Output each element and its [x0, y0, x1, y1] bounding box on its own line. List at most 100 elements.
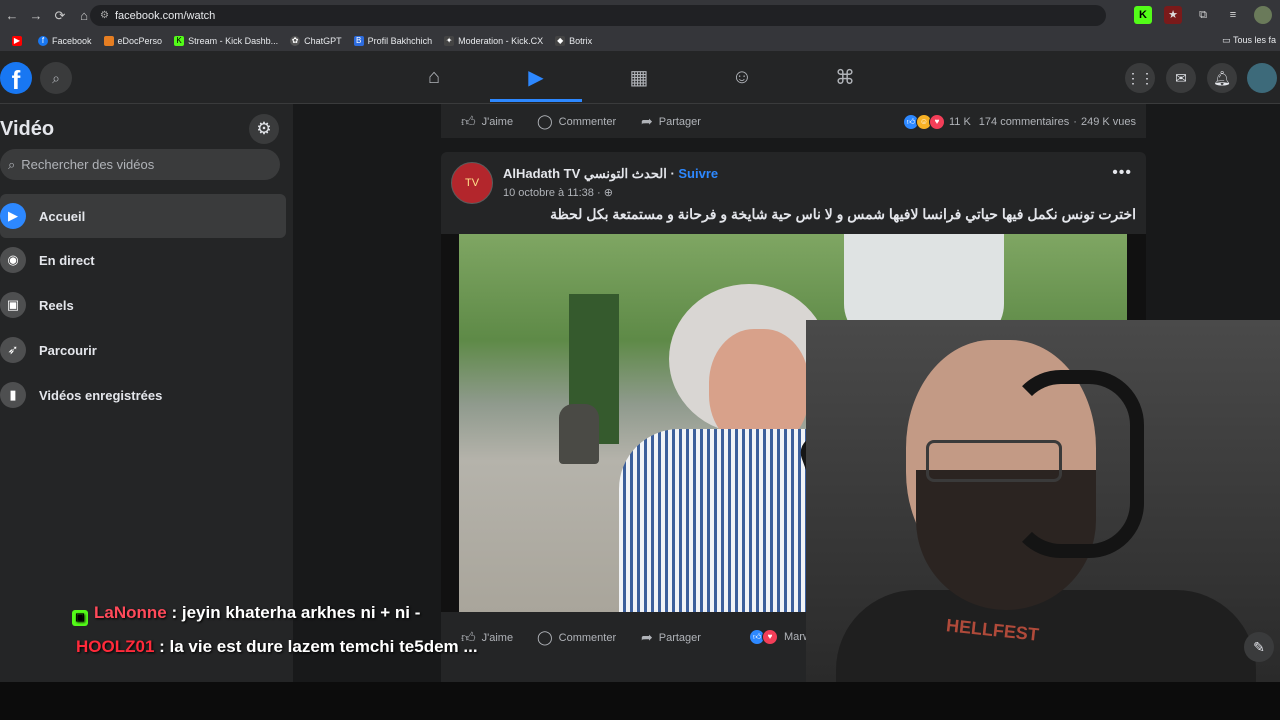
- forward-icon[interactable]: →: [24, 8, 48, 23]
- red-extension-icon[interactable]: ★: [1164, 6, 1182, 24]
- bookmark-label: eDocPerso: [117, 36, 163, 46]
- search-icon[interactable]: ⌕: [40, 62, 72, 94]
- sidebar-item-parcourir[interactable]: ➶ Parcourir: [0, 328, 286, 372]
- site-info-icon[interactable]: ⚙: [100, 10, 109, 21]
- chat-username: LaNonne: [94, 603, 167, 622]
- more-options-icon[interactable]: •••: [1112, 164, 1132, 182]
- sidebar-item-label: Reels: [39, 297, 74, 313]
- search-icon: ⌕: [8, 156, 16, 172]
- store-icon: ▦: [629, 66, 649, 89]
- tab-marketplace[interactable]: ▦: [593, 57, 685, 97]
- tab-gaming[interactable]: ⌘: [799, 57, 891, 97]
- share-icon: ➦: [641, 113, 653, 129]
- post-date: 10 octobre à 11:38: [503, 187, 594, 199]
- share-label: Partager: [658, 115, 701, 128]
- love-reaction-icon: ♥: [928, 114, 945, 130]
- sidebar-item-videos-enregistrees[interactable]: ▮ Vidéos enregistrées: [0, 373, 286, 417]
- comment-icon: ◯: [537, 113, 553, 129]
- bookmark-facebook[interactable]: f Facebook: [38, 36, 92, 46]
- sidebar-item-en-direct[interactable]: ◉ En direct: [0, 238, 286, 282]
- bookmark-all-folder[interactable]: ▭ Tous les fa: [1222, 35, 1276, 46]
- thumbs-up-icon: 👍︎: [461, 113, 476, 129]
- bookmark-icon: ▮: [0, 382, 26, 408]
- video-search-box[interactable]: ⌕: [0, 149, 280, 180]
- menu-lines-icon[interactable]: ≡: [1224, 6, 1242, 24]
- reaction-count[interactable]: 11 K: [949, 116, 971, 128]
- bookmark-moderation[interactable]: ✦ Moderation - Kick.CX: [444, 36, 543, 46]
- youtube-icon: ▶: [12, 36, 22, 46]
- facebook-top-nav: f ⌕ ⌂ ▶ ▦ ☺ ⌘ ⋮⋮ ✉ 🔔︎: [0, 51, 1280, 104]
- bakhchich-icon: B: [353, 36, 364, 46]
- comment-button[interactable]: ◯ Commenter: [537, 629, 616, 646]
- messenger-icon[interactable]: ✉: [1166, 63, 1196, 93]
- menu-grid-icon[interactable]: ⋮⋮: [1125, 63, 1155, 93]
- page-avatar[interactable]: TV: [451, 162, 493, 204]
- tab-groups[interactable]: ☺: [696, 57, 788, 97]
- reels-icon: ▣: [0, 292, 26, 318]
- bookmark-label: Stream - Kick Dashb...: [188, 36, 279, 46]
- reload-icon[interactable]: ⟳: [48, 8, 72, 24]
- kick-extension-icon[interactable]: K: [1134, 6, 1152, 24]
- streamer-shirt: [836, 590, 1256, 682]
- bookmark-botrix[interactable]: ◆ Botrix: [555, 36, 592, 46]
- video-search-input[interactable]: [19, 156, 264, 173]
- comment-label: Commenter: [558, 631, 617, 644]
- love-reaction-icon: ♥: [762, 629, 778, 645]
- share-button[interactable]: ➦ Partager: [641, 629, 701, 646]
- sidebar-title: Vidéo: [0, 118, 55, 140]
- follow-button[interactable]: Suivre: [678, 166, 718, 181]
- facebook-logo-icon[interactable]: f: [0, 62, 32, 95]
- notifications-bell-icon[interactable]: 🔔︎: [1207, 63, 1237, 93]
- bookmark-profil-bakhchich[interactable]: B Profil Bakhchich: [353, 36, 432, 46]
- comment-icon: ◯: [537, 629, 553, 645]
- new-message-edit-icon[interactable]: ✎: [1244, 632, 1274, 662]
- sidebar-item-label: Vidéos enregistrées: [39, 387, 163, 403]
- post-timestamp[interactable]: 10 octobre à 11:38 · ⊕: [503, 186, 613, 199]
- share-icon: ➦: [641, 629, 653, 645]
- gear-icon: ✦: [444, 36, 455, 46]
- rocket-icon: ➶: [0, 337, 26, 363]
- bookmark-edocperso[interactable]: eDocPerso: [103, 36, 163, 46]
- bookmark-chatgpt[interactable]: ✿ ChatGPT: [290, 36, 342, 46]
- folder-icon: ▭: [1222, 35, 1233, 45]
- video-bystander: [559, 404, 599, 464]
- video-play-icon: ▶: [528, 66, 544, 89]
- back-icon[interactable]: ←: [0, 8, 24, 23]
- settings-gear-icon[interactable]: ⚙: [249, 114, 279, 144]
- comment-label: Commenter: [558, 115, 617, 128]
- post-stats: 👍︎ ☺ ♥ 11 K 174 commentaires · 249 K vue…: [902, 114, 1136, 130]
- sidebar-item-label: Accueil: [39, 208, 86, 224]
- headphones-icon: [1006, 370, 1144, 558]
- like-button[interactable]: 👍︎ J'aime: [461, 113, 513, 130]
- comment-button[interactable]: ◯ Commenter: [537, 113, 616, 130]
- home-icon: ⌂: [427, 65, 441, 88]
- page-name[interactable]: AlHadath TV الحدث التونسي: [503, 166, 667, 181]
- extensions-puzzle-icon[interactable]: ⧉: [1194, 6, 1212, 24]
- bookmark-youtube[interactable]: ▶: [12, 36, 26, 46]
- bookmark-label: Tous les fa: [1232, 35, 1276, 45]
- play-icon: ▶: [0, 203, 26, 229]
- extensions-area: K ★ ⧉ ≡: [1134, 6, 1272, 24]
- profile-avatar[interactable]: [1247, 63, 1277, 93]
- post-header: AlHadath TV الحدث التونسي · Suivre: [503, 166, 718, 182]
- bookmark-kick-dashboard[interactable]: K Stream - Kick Dashb...: [174, 36, 278, 46]
- chat-text: : la vie est dure lazem temchi te5dem ..…: [159, 637, 478, 656]
- like-label: J'aime: [481, 115, 514, 128]
- bookmark-label: ChatGPT: [304, 36, 342, 46]
- views-count: 249 K vues: [1080, 116, 1136, 128]
- tab-home[interactable]: ⌂: [388, 57, 480, 97]
- sidebar-item-accueil[interactable]: ▶ Accueil: [0, 194, 286, 238]
- share-button[interactable]: ➦ Partager: [641, 113, 701, 130]
- chat-message: ▣ LaNonne : jeyin khaterha arkhes ni + ni…: [72, 596, 478, 630]
- tab-watch[interactable]: ▶: [490, 57, 582, 97]
- sidebar-item-reels[interactable]: ▣ Reels: [0, 283, 286, 327]
- post-caption: اخترت تونس نكمل فيها حياتي فرانسا لافيها…: [550, 206, 1136, 222]
- comments-count[interactable]: 174 commentaires: [979, 116, 1070, 128]
- chat-badge-icon: ▣: [72, 610, 88, 626]
- address-bar[interactable]: ⚙ facebook.com/watch: [90, 5, 1106, 26]
- botrix-icon: ◆: [555, 36, 566, 46]
- globe-icon: ⊕: [603, 187, 613, 199]
- bottom-letterbox: [0, 682, 1280, 720]
- sidebar-item-label: En direct: [39, 252, 95, 268]
- profile-icon[interactable]: [1254, 6, 1272, 24]
